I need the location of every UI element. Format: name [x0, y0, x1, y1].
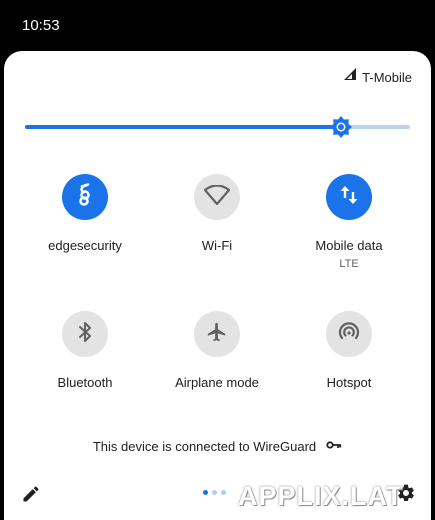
status-bar: 10:53	[0, 0, 435, 48]
quick-settings-panel: T-Mobile edgesecurity Wi-Fi Mobile data …	[4, 51, 431, 520]
watermark: APPLIX.LAT	[238, 481, 404, 511]
tile-edgesecurity-label: edgesecurity	[48, 238, 122, 253]
tile-wifi-toggle[interactable]	[194, 174, 240, 220]
tile-bluetooth-label: Bluetooth	[57, 375, 113, 390]
status-time: 10:53	[22, 17, 60, 34]
page-dot	[221, 490, 226, 495]
tile-airplane-mode[interactable]: Airplane mode	[152, 311, 282, 390]
tile-bluetooth[interactable]: Bluetooth	[20, 311, 150, 390]
page-dot	[203, 490, 208, 495]
tile-wifi[interactable]: Wi-Fi	[152, 174, 282, 253]
tile-bluetooth-toggle[interactable]	[62, 311, 108, 357]
tile-hotspot[interactable]: Hotspot	[284, 311, 414, 390]
vpn-notice-text: This device is connected to WireGuard	[92, 438, 317, 454]
vpn-notice[interactable]: This device is connected to WireGuard	[4, 437, 431, 455]
vpn-key-icon	[326, 437, 342, 455]
page-dot	[212, 490, 217, 495]
brightness-slider[interactable]	[25, 116, 410, 138]
brightness-fill	[25, 125, 341, 129]
tile-hotspot-toggle[interactable]	[326, 311, 372, 357]
page-indicator	[203, 490, 226, 495]
tile-edgesecurity-toggle[interactable]	[62, 174, 108, 220]
tile-mobile-data-sublabel: LTE	[339, 258, 359, 270]
tile-mobile-data[interactable]: Mobile data LTE	[284, 174, 414, 270]
signal-icon	[344, 68, 357, 86]
tile-airplane-mode-label: Airplane mode	[175, 375, 259, 390]
hotspot-icon	[337, 320, 361, 349]
brightness-icon[interactable]	[329, 116, 352, 138]
tile-wifi-label: Wi-Fi	[201, 238, 233, 253]
carrier-name: T-Mobile	[362, 69, 412, 85]
tile-mobile-data-toggle[interactable]	[326, 174, 372, 220]
wifi-icon	[203, 183, 231, 210]
tile-edgesecurity[interactable]: edgesecurity	[20, 174, 150, 253]
wireguard-icon	[72, 182, 98, 213]
airplane-icon	[206, 321, 228, 348]
tile-hotspot-label: Hotspot	[326, 375, 372, 390]
tile-airplane-mode-toggle[interactable]	[194, 311, 240, 357]
mobile-data-icon	[339, 184, 359, 211]
edit-icon[interactable]	[21, 484, 41, 509]
tile-mobile-data-label: Mobile data	[315, 238, 383, 253]
bluetooth-icon	[77, 321, 93, 348]
carrier-indicator: T-Mobile	[344, 68, 412, 86]
